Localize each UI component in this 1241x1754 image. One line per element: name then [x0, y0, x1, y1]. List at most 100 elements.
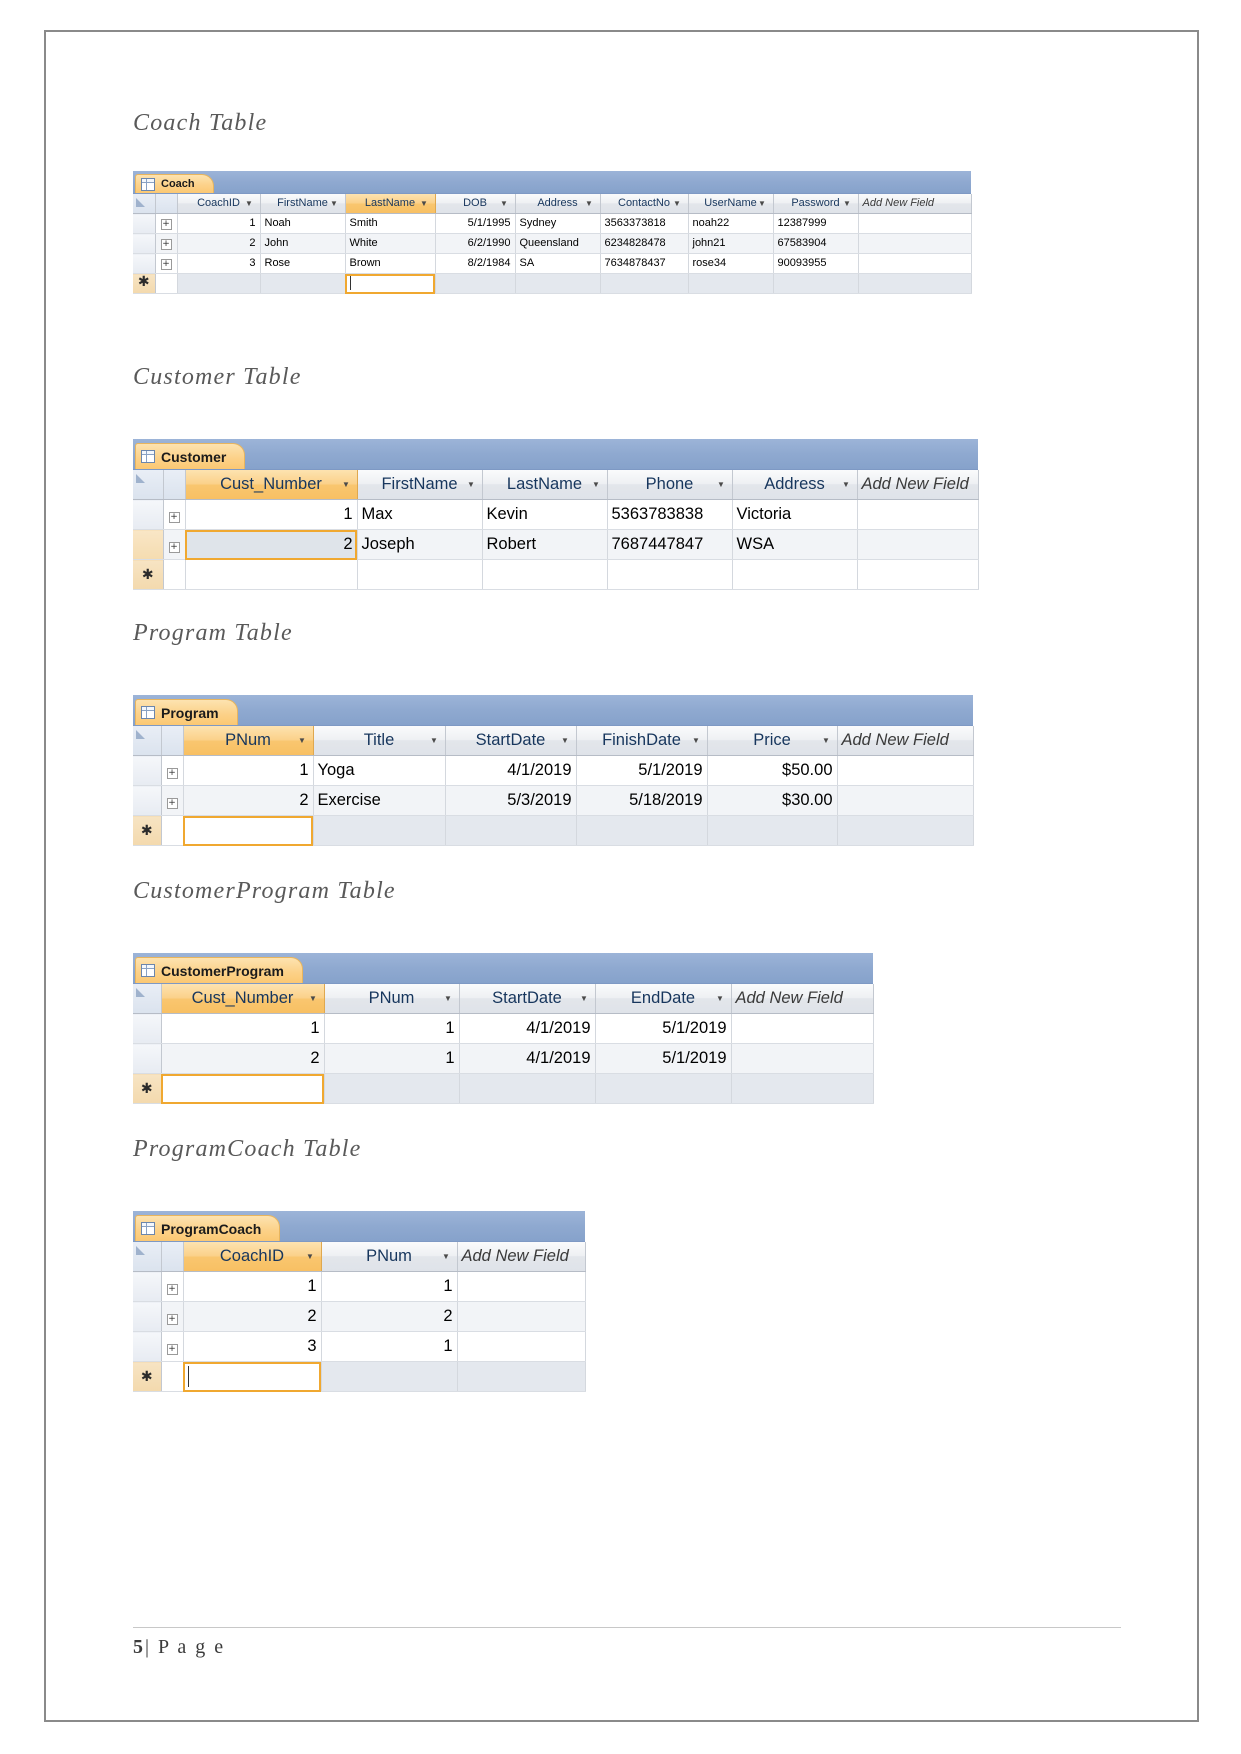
chevron-down-icon[interactable]: ▼ [673, 199, 682, 208]
cell-startdate[interactable]: 4/1/2019 [445, 755, 577, 786]
cell-firstname[interactable]: Joseph [357, 529, 483, 560]
new-record-row[interactable]: ✱ [133, 815, 974, 846]
chevron-down-icon[interactable]: ▼ [245, 199, 254, 208]
row-selector[interactable] [133, 233, 156, 254]
cell-pnum[interactable]: 1 [183, 755, 314, 786]
chevron-down-icon[interactable]: ▼ [330, 199, 339, 208]
table-row[interactable]: + 2 Exercise 5/3/2019 5/18/2019 $30.00 [133, 785, 974, 816]
chevron-down-icon[interactable]: ▼ [309, 994, 318, 1003]
cell-lastname[interactable]: Robert [482, 529, 608, 560]
chevron-down-icon[interactable]: ▼ [306, 1252, 315, 1261]
cell-address-new[interactable] [732, 559, 858, 590]
chevron-down-icon[interactable]: ▼ [500, 199, 509, 208]
cell-firstname[interactable]: Max [357, 499, 483, 530]
cell-dob[interactable]: 5/1/1995 [435, 213, 516, 234]
cell-cust-number[interactable]: 1 [161, 1013, 325, 1044]
cell-contactno[interactable]: 6234828478 [600, 233, 689, 254]
cell-username[interactable]: rose34 [688, 253, 774, 274]
column-header-password[interactable]: Password ▼ [773, 194, 859, 214]
cell-startdate[interactable]: 5/3/2019 [445, 785, 577, 816]
cell-dob-new[interactable] [435, 273, 516, 294]
expand-row-button[interactable]: + [161, 1331, 184, 1362]
cell-contactno[interactable]: 7634878437 [600, 253, 689, 274]
table-row[interactable]: + 1 Max Kevin 5363783838 Victoria [133, 499, 979, 530]
cell-coachid[interactable]: 3 [177, 253, 261, 274]
new-record-indicator[interactable]: ✱ [133, 559, 164, 590]
cell-cust-number[interactable]: 1 [185, 499, 358, 530]
cell-address-new[interactable] [515, 273, 601, 294]
chevron-down-icon[interactable]: ▼ [444, 994, 453, 1003]
expand-row-button[interactable]: + [161, 755, 184, 786]
new-record-row[interactable]: ✱ [133, 273, 972, 294]
table-row[interactable]: + 1 Noah Smith 5/1/1995 Sydney 356337381… [133, 213, 972, 234]
row-selector[interactable] [133, 1043, 162, 1074]
chevron-down-icon[interactable]: ▼ [843, 199, 852, 208]
chevron-down-icon[interactable]: ▼ [758, 199, 767, 208]
new-record-indicator[interactable]: ✱ [133, 1073, 162, 1104]
column-header-username[interactable]: UserName ▼ [688, 194, 774, 214]
column-header-pnum[interactable]: PNum ▼ [183, 726, 314, 756]
cell-price-new[interactable] [707, 815, 838, 846]
column-header-startdate[interactable]: StartDate ▼ [459, 984, 596, 1014]
cell-address[interactable]: Sydney [515, 213, 601, 234]
column-header-address[interactable]: Address ▼ [732, 470, 858, 500]
table-row[interactable]: + 2 John White 6/2/1990 Queensland 62348… [133, 233, 972, 254]
cell-pnum-new[interactable] [321, 1361, 458, 1392]
cell-username[interactable]: john21 [688, 233, 774, 254]
cell-title[interactable]: Yoga [313, 755, 446, 786]
column-header-dob[interactable]: DOB ▼ [435, 194, 516, 214]
cell-pnum-new[interactable] [183, 815, 314, 846]
table-row[interactable]: + 1 1 [133, 1271, 586, 1302]
cell-phone[interactable]: 5363783838 [607, 499, 733, 530]
row-selector[interactable] [133, 529, 164, 560]
row-selector[interactable] [133, 755, 162, 786]
cell-coachid-new[interactable] [183, 1361, 322, 1392]
cell-startdate[interactable]: 4/1/2019 [459, 1043, 596, 1074]
cell-dob[interactable]: 6/2/1990 [435, 233, 516, 254]
cell-firstname[interactable]: Rose [260, 253, 346, 274]
cell-address[interactable]: Queensland [515, 233, 601, 254]
table-row[interactable]: + 2 2 [133, 1301, 586, 1332]
cell-enddate-new[interactable] [595, 1073, 732, 1104]
cell-title[interactable]: Exercise [313, 785, 446, 816]
column-header-price[interactable]: Price ▼ [707, 726, 838, 756]
new-record-indicator[interactable]: ✱ [133, 273, 156, 294]
expand-row-button[interactable]: + [161, 785, 184, 816]
cell-phone[interactable]: 7687447847 [607, 529, 733, 560]
cell-title-new[interactable] [313, 815, 446, 846]
row-selector[interactable] [133, 253, 156, 274]
select-all-corner[interactable] [133, 984, 162, 1014]
cell-finishdate-new[interactable] [576, 815, 708, 846]
cell-price[interactable]: $50.00 [707, 755, 838, 786]
chevron-down-icon[interactable]: ▼ [842, 480, 851, 489]
cell-lastname[interactable]: Brown [345, 253, 436, 274]
expand-row-button[interactable]: + [163, 499, 186, 530]
row-selector[interactable] [133, 785, 162, 816]
expand-row-button[interactable]: + [161, 1271, 184, 1302]
cell-address[interactable]: Victoria [732, 499, 858, 530]
cell-lastname[interactable]: Smith [345, 213, 436, 234]
chevron-down-icon[interactable]: ▼ [717, 480, 726, 489]
column-header-address[interactable]: Address ▼ [515, 194, 601, 214]
chevron-down-icon[interactable]: ▼ [692, 736, 701, 745]
column-header-firstname[interactable]: FirstName ▼ [357, 470, 483, 500]
tab-customer[interactable]: Customer [135, 443, 246, 469]
cell-password[interactable]: 90093955 [773, 253, 859, 274]
cell-pnum[interactable]: 2 [321, 1301, 458, 1332]
cell-firstname-new[interactable] [357, 559, 483, 590]
table-row[interactable]: + 2 Joseph Robert 7687447847 WSA [133, 529, 979, 560]
column-header-coachid[interactable]: CoachID ▼ [183, 1242, 322, 1272]
cell-cust-number-new[interactable] [161, 1073, 325, 1104]
cell-pnum[interactable]: 1 [324, 1013, 460, 1044]
tab-customerprogram[interactable]: CustomerProgram [135, 957, 303, 983]
column-header-pnum[interactable]: PNum ▼ [324, 984, 460, 1014]
select-all-corner[interactable] [133, 194, 156, 214]
column-header-pnum[interactable]: PNum ▼ [321, 1242, 458, 1272]
chevron-down-icon[interactable]: ▼ [298, 736, 307, 745]
chevron-down-icon[interactable]: ▼ [420, 199, 429, 208]
cell-lastname-new[interactable] [482, 559, 608, 590]
cell-startdate-new[interactable] [445, 815, 577, 846]
row-selector[interactable] [133, 499, 164, 530]
add-new-field-header[interactable]: Add New Field [857, 470, 979, 500]
new-record-row[interactable]: ✱ [133, 1073, 874, 1104]
